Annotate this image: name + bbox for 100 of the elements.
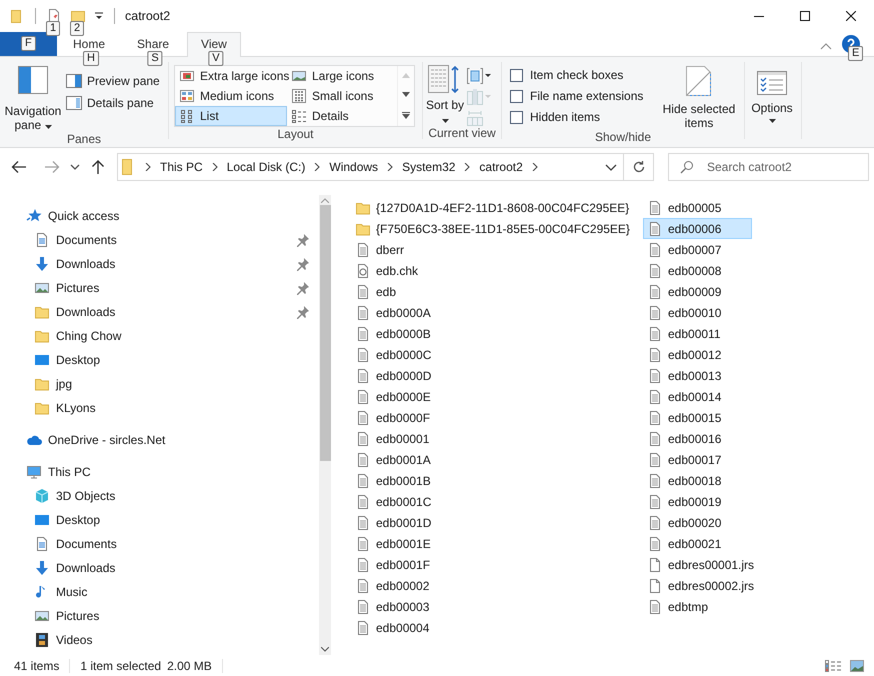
customize-caret-icon[interactable] (94, 11, 104, 21)
file-item[interactable]: edb00012 (643, 344, 752, 365)
file-item[interactable]: edb0001D (351, 512, 460, 533)
file-item[interactable]: edb.chk (351, 260, 460, 281)
file-item[interactable]: {F750E6C3-38EE-11D1-85E5-00C04FC295EE} (351, 218, 635, 239)
navigation-item[interactable]: Documents (0, 228, 319, 252)
navigation-item[interactable]: Quick access (0, 204, 319, 228)
breadcrumb[interactable]: Windows (329, 160, 378, 174)
file-item[interactable]: edb0001A (351, 449, 460, 470)
checkbox-option[interactable]: File name extensions (510, 89, 652, 103)
chevron-right-icon[interactable] (464, 163, 470, 171)
navigation-item[interactable]: Desktop (0, 508, 319, 532)
file-item[interactable]: edb0001F (351, 554, 460, 575)
navigation-item[interactable]: Downloads (0, 556, 319, 580)
file-item[interactable]: edb0000C (351, 344, 460, 365)
address-bar[interactable]: This PC Local Disk (C:) Windows System32 catroot2 (117, 153, 654, 181)
navigation-item[interactable]: OneDrive - sircles.Net (0, 428, 319, 452)
up-arrow-icon[interactable] (91, 159, 105, 175)
layout-option[interactable]: Details (287, 106, 397, 126)
chevron-right-icon[interactable] (532, 163, 538, 171)
checkbox-option[interactable]: Item check boxes (510, 68, 652, 82)
file-item[interactable]: edb00016 (643, 428, 752, 449)
file-item[interactable]: edb00009 (643, 281, 752, 302)
group-by-icon[interactable] (467, 68, 491, 84)
navigation-item[interactable]: Pictures (0, 604, 319, 628)
file-item[interactable]: edb0001C (351, 491, 460, 512)
chevron-right-icon[interactable] (387, 163, 394, 171)
file-item[interactable]: edb00001 (351, 428, 460, 449)
file-item[interactable]: edb0000A (351, 302, 460, 323)
checkbox[interactable] (510, 110, 523, 124)
chevron-right-icon[interactable] (145, 163, 151, 171)
page-icon[interactable] (46, 8, 62, 24)
chevron-right-icon[interactable] (212, 163, 218, 171)
layout-option[interactable]: List (175, 106, 287, 126)
file-item[interactable]: edb00010 (643, 302, 752, 323)
folder-icon[interactable] (70, 8, 86, 24)
navigation-item[interactable]: Documents (0, 532, 319, 556)
file-tab[interactable]: F (0, 32, 57, 56)
scrollbar[interactable] (319, 195, 331, 655)
navigation-item[interactable]: Videos (0, 628, 319, 652)
file-item[interactable]: edb00021 (643, 533, 752, 554)
layout-option[interactable]: Small icons (287, 86, 397, 106)
navigation-item[interactable]: KLyons (0, 396, 319, 420)
sort-by-button[interactable]: Sort by (423, 62, 467, 126)
checkbox[interactable] (510, 68, 523, 82)
large-icons-view-icon[interactable] (850, 660, 864, 672)
chevron-right-icon[interactable] (314, 163, 320, 171)
navigation-item[interactable]: Downloads (0, 300, 319, 324)
navigation-item[interactable]: Ching Chow (0, 324, 319, 348)
navigation-item[interactable]: Pictures (0, 276, 319, 300)
layout-option[interactable]: Medium icons (175, 86, 287, 106)
file-item[interactable]: edb00007 (643, 239, 752, 260)
search-field[interactable]: Search catroot2 (668, 153, 869, 181)
navigation-item[interactable]: jpg (0, 372, 319, 396)
navigation-item[interactable]: Music (0, 580, 319, 604)
file-item[interactable]: edbres00001.jrs (643, 554, 760, 575)
options-button[interactable]: Options (745, 62, 799, 123)
file-item[interactable]: edb00020 (643, 512, 752, 533)
file-item[interactable]: edbres00002.jrs (643, 575, 760, 596)
file-item[interactable]: dberr (351, 239, 460, 260)
file-item[interactable]: edb0000B (351, 323, 460, 344)
file-item[interactable]: edb0000E (351, 386, 460, 407)
scrollbar-thumb[interactable] (320, 205, 330, 461)
navigation-item[interactable]: This PC (0, 460, 319, 484)
checkbox-option[interactable]: Hidden items (510, 110, 652, 124)
file-item[interactable]: edb00013 (643, 365, 752, 386)
hide-selected-items-button[interactable]: Hide selected items (654, 62, 744, 130)
file-item[interactable]: edb0000F (351, 407, 460, 428)
dropdown-caret-icon[interactable] (605, 164, 617, 170)
file-item[interactable]: edb00017 (643, 449, 752, 470)
file-item[interactable]: edb00003 (351, 596, 460, 617)
details-view-icon[interactable] (825, 660, 841, 672)
pane-button[interactable]: Preview pane (66, 74, 160, 88)
file-item[interactable]: edb0000D (351, 365, 460, 386)
navigation-item[interactable]: 3D Objects (0, 484, 319, 508)
recent-locations-caret-icon[interactable] (70, 164, 80, 170)
expand-gallery-icon[interactable] (402, 112, 410, 119)
navigation-item[interactable]: Downloads (0, 252, 319, 276)
file-item[interactable]: edb0001B (351, 470, 460, 491)
file-item[interactable]: edb00004 (351, 617, 460, 638)
breadcrumb[interactable]: System32 (402, 160, 456, 174)
pane-button[interactable]: Details pane (66, 96, 160, 110)
breadcrumb[interactable]: Local Disk (C:) (226, 160, 306, 174)
navigation-pane-button[interactable]: Navigation pane (0, 62, 66, 132)
breadcrumb[interactable]: This PC (160, 160, 203, 174)
file-item[interactable]: edb00018 (643, 470, 752, 491)
scroll-down-icon[interactable] (402, 92, 410, 98)
collapse-ribbon-icon[interactable] (820, 42, 832, 50)
file-item[interactable]: edb00011 (643, 323, 752, 344)
layout-option[interactable]: Extra large icons (175, 66, 287, 86)
breadcrumb[interactable]: catroot2 (479, 160, 523, 174)
file-item[interactable]: edb00014 (643, 386, 752, 407)
file-item[interactable]: edb00015 (643, 407, 752, 428)
file-item[interactable]: {127D0A1D-4EF2-11D1-8608-00C04FC295EE} (351, 197, 634, 218)
navigation-item[interactable]: Desktop (0, 348, 319, 372)
file-item[interactable]: edb0001E (351, 533, 460, 554)
file-item[interactable]: edbtmp (643, 596, 752, 617)
file-item[interactable]: edb (351, 281, 460, 302)
file-item[interactable]: edb00006 (643, 218, 752, 239)
checkbox[interactable] (510, 90, 523, 102)
